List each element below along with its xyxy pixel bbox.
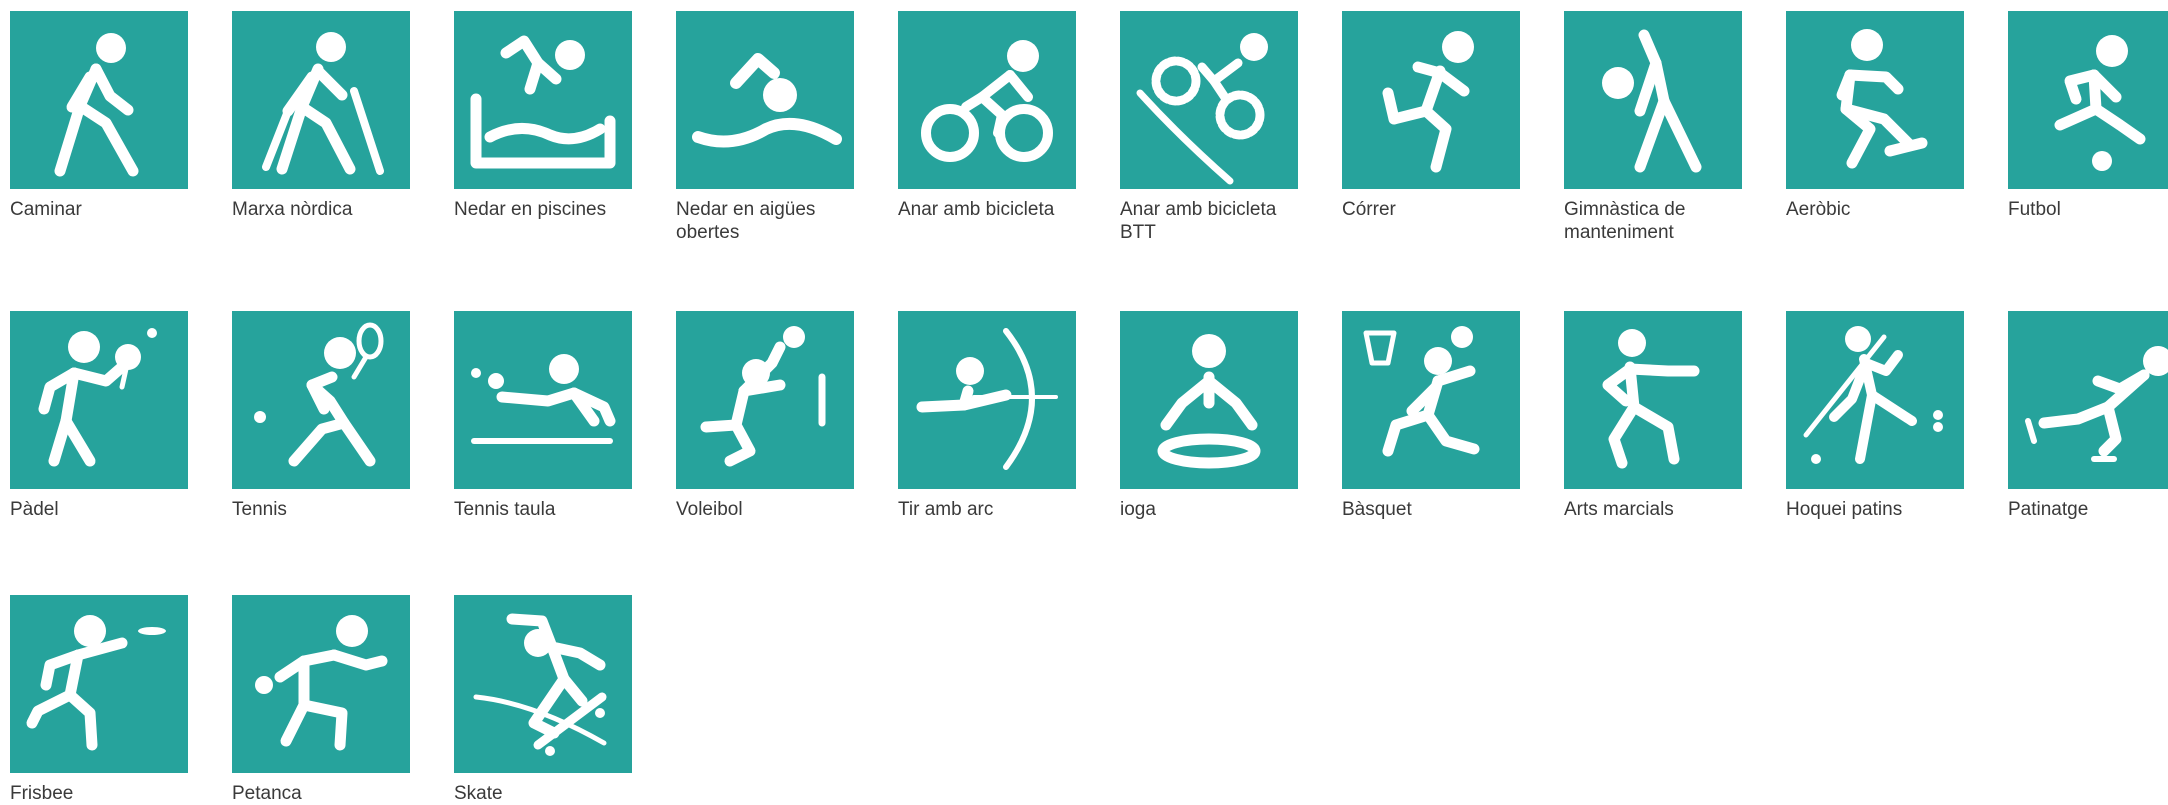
sport-tile-skating[interactable]: Patinatge — [2008, 311, 2168, 521]
frisbee-icon — [10, 595, 188, 773]
nordic-walking-icon — [232, 11, 410, 189]
sport-tile-table-tennis[interactable]: Tennis taula — [454, 311, 632, 521]
sport-tile-roller-hockey[interactable]: Hoquei patins — [1786, 311, 1964, 521]
sport-label: Futbol — [2008, 199, 2061, 220]
sport-tile-aerobics[interactable]: Aeròbic — [1786, 11, 1964, 221]
sport-tile-running[interactable]: Córrer — [1342, 11, 1520, 221]
sport-label: Marxa nòrdica — [232, 199, 353, 220]
open-water-swimming-icon — [676, 11, 854, 189]
mountain-biking-icon — [1120, 11, 1298, 189]
sport-tile-pool-swimming[interactable]: Nedar en piscines — [454, 11, 632, 221]
sport-label: Bàsquet — [1342, 499, 1412, 520]
sport-label: Aeròbic — [1786, 199, 1851, 220]
sport-label: Petanca — [232, 783, 302, 804]
skating-icon — [2008, 311, 2168, 489]
sport-label: Nedar en aigües obertes — [676, 199, 816, 243]
petanque-icon — [232, 595, 410, 773]
sport-label: Voleibol — [676, 499, 743, 520]
sport-tile-tennis[interactable]: Tennis — [232, 311, 410, 521]
sport-label: Tennis taula — [454, 499, 556, 520]
maintenance-gymnastics-icon — [1564, 11, 1742, 189]
sport-tile-mountain-biking[interactable]: Anar amb bicicleta BTT — [1120, 11, 1298, 244]
sport-tile-yoga[interactable]: ioga — [1120, 311, 1298, 521]
sport-label: Skate — [454, 783, 503, 804]
walking-icon — [10, 11, 188, 189]
sport-tile-martial-arts[interactable]: Arts marcials — [1564, 311, 1742, 521]
sport-label: Nedar en piscines — [454, 199, 607, 220]
sport-label: Patinatge — [2008, 499, 2089, 520]
sport-label: Anar amb bicicleta BTT — [1120, 199, 1277, 243]
sport-tile-football[interactable]: Futbol — [2008, 11, 2168, 221]
sport-tile-gymnastics[interactable]: Gimnàstica de manteniment — [1564, 11, 1742, 244]
sport-label: Córrer — [1342, 199, 1396, 220]
yoga-icon — [1120, 311, 1298, 489]
sport-tile-cycling[interactable]: Anar amb bicicleta — [898, 11, 1076, 221]
sport-tile-padel[interactable]: Pàdel — [10, 311, 188, 521]
tennis-icon — [232, 311, 410, 489]
table-tennis-icon — [454, 311, 632, 489]
sport-label: Anar amb bicicleta — [898, 199, 1055, 220]
sport-label: Gimnàstica de manteniment — [1564, 199, 1686, 243]
sport-tile-petanque[interactable]: Petanca — [232, 595, 410, 805]
martial-arts-icon — [1564, 311, 1742, 489]
volleyball-icon — [676, 311, 854, 489]
sport-tile-nordic-walking[interactable]: Marxa nòrdica — [232, 11, 410, 221]
roller-hockey-icon — [1786, 311, 1964, 489]
sport-tile-frisbee[interactable]: Frisbee — [10, 595, 188, 805]
running-icon — [1342, 11, 1520, 189]
sport-label: Frisbee — [10, 783, 74, 804]
pool-swimming-icon — [454, 11, 632, 189]
sport-label: ioga — [1120, 499, 1156, 520]
sport-label: Tir amb arc — [898, 499, 994, 520]
sport-tile-volleyball[interactable]: Voleibol — [676, 311, 854, 521]
sport-tile-walking[interactable]: Caminar — [10, 11, 188, 221]
cycling-icon — [898, 11, 1076, 189]
aerobics-icon — [1786, 11, 1964, 189]
sport-tile-open-water[interactable]: Nedar en aigües obertes — [676, 11, 854, 244]
sport-tile-skateboard[interactable]: Skate — [454, 595, 632, 805]
archery-icon — [898, 311, 1076, 489]
sport-label: Pàdel — [10, 499, 59, 520]
padel-icon — [10, 311, 188, 489]
sport-label: Caminar — [10, 199, 82, 220]
sport-tile-archery[interactable]: Tir amb arc — [898, 311, 1076, 521]
football-icon — [2008, 11, 2168, 189]
sport-tile-basketball[interactable]: Bàsquet — [1342, 311, 1520, 521]
sport-label: Hoquei patins — [1786, 499, 1903, 520]
skateboard-icon — [454, 595, 632, 773]
basketball-icon — [1342, 311, 1520, 489]
sport-label: Arts marcials — [1564, 499, 1674, 520]
sport-label: Tennis — [232, 499, 287, 520]
